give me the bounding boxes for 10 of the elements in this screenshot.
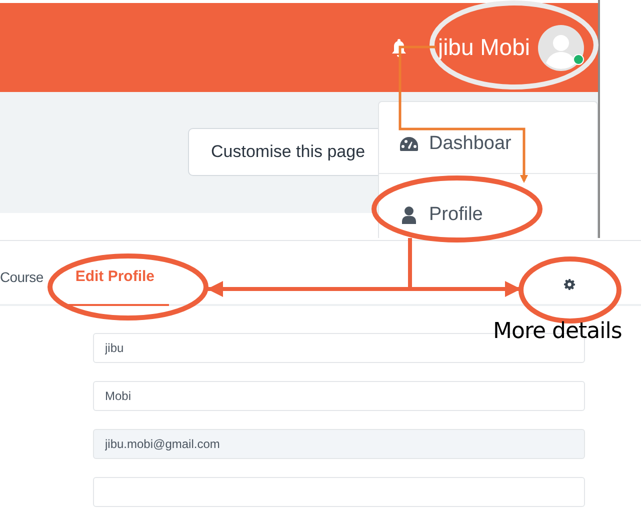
settings-icon[interactable]	[564, 279, 575, 290]
avatar-icon[interactable]	[538, 24, 584, 70]
bell-icon[interactable]	[390, 38, 408, 58]
tab[interactable]: Course	[0, 269, 44, 306]
gauge-icon	[399, 134, 419, 152]
input-field[interactable]	[93, 477, 585, 507]
menu-item[interactable]: Dashboar	[379, 102, 597, 174]
menu-item[interactable]: Profile	[379, 174, 597, 238]
user-icon	[399, 206, 419, 224]
input-field[interactable]: Mobi	[93, 381, 585, 411]
